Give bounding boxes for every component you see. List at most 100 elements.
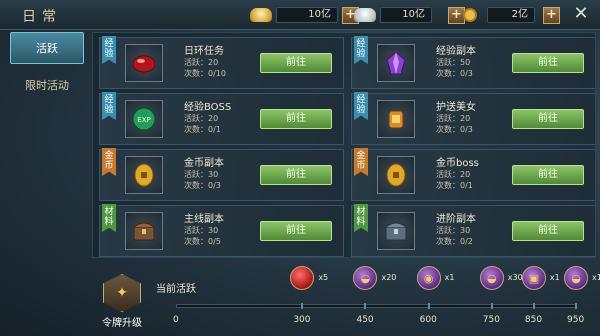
task-count: 次数：0/2 (436, 237, 473, 246)
task-card: 经验 经验副本 活跃：50 次数：0/3 前往 (351, 36, 595, 89)
currency-gold: 10亿 + (250, 5, 359, 25)
task-activity: 活跃：20 (184, 114, 219, 123)
task-activity: 活跃：20 (436, 170, 471, 179)
task-tag: 经验 (102, 92, 116, 120)
task-card: 经验 护送美女 活跃：20 次数：0/3 前往 (351, 92, 595, 145)
task-activity: 活跃：20 (184, 58, 219, 67)
page-title: 日常 (22, 9, 62, 25)
task-activity: 活跃：30 (436, 226, 471, 235)
milestone-reward[interactable]: ◒ x20 (353, 266, 413, 312)
go-button[interactable]: 前往 (260, 221, 332, 241)
task-info: 活跃：30 次数：0/5 (184, 225, 221, 247)
task-name: 经验BOSS (184, 102, 232, 113)
task-card: 材料 主线副本 活跃：30 次数：0/5 前往 (99, 204, 344, 257)
task-info: 活跃：30 次数：0/2 (436, 225, 473, 247)
task-info: 活跃：20 次数：0/10 (184, 57, 226, 79)
milestone-value-label: 850 (524, 315, 543, 325)
task-tag: 经验 (102, 36, 116, 64)
task-info: 活跃：20 次数：0/1 (184, 113, 221, 135)
gold-amount: 10亿 (276, 7, 338, 23)
gold-coin-icon (125, 156, 163, 194)
task-card: 经验 日环任务 活跃：20 次数：0/10 前往 (99, 36, 344, 89)
go-button[interactable]: 前往 (260, 165, 332, 185)
close-button[interactable]: ✕ (572, 5, 590, 23)
copper-coin-icon (463, 8, 477, 22)
sidebar: 活跃 限时活动 (10, 32, 84, 332)
progress-start-label: 0 (173, 315, 179, 325)
milestone-value-label: 750 (482, 315, 500, 325)
gold-ingot-icon (250, 8, 272, 22)
go-button[interactable]: 前往 (512, 53, 584, 73)
task-info: 活跃：20 次数：0/1 (436, 169, 473, 191)
red-orb-icon (290, 266, 315, 290)
top-bar: 日常 10亿 + 10亿 + 2亿 + ✕ (0, 0, 600, 30)
lantern-icon (377, 100, 415, 138)
task-name: 进阶副本 (436, 214, 476, 225)
milestone-value-label: 450 (356, 315, 374, 325)
reward-count: x20 (381, 273, 397, 282)
currency-copper: 2亿 + (463, 5, 560, 25)
task-tag: 金币 (102, 148, 116, 176)
task-tag: 经验 (354, 92, 368, 120)
task-activity: 活跃：50 (436, 58, 471, 67)
task-card: 金币 金币副本 活跃：30 次数：0/3 前往 (99, 148, 344, 201)
task-name: 日环任务 (184, 46, 224, 57)
task-name: 金币boss (436, 158, 479, 169)
tab-limited-events[interactable]: 限时活动 (10, 70, 84, 102)
task-list-panel: 经验 日环任务 活跃：20 次数：0/10 前往 经验 经验副本 活跃：50 次数：0/3 前往经… (92, 32, 596, 258)
go-button[interactable]: 前往 (512, 165, 584, 185)
go-button[interactable]: 前往 (260, 109, 332, 129)
token-upgrade-label: 令牌升级 (102, 318, 142, 329)
reward-count: x5 (318, 273, 329, 282)
milestone-value-label: 950 (567, 315, 585, 325)
gold-ingot-icon: ◒ (479, 266, 504, 290)
wooden-chest-icon (125, 212, 163, 250)
task-count: 次数：0/3 (436, 125, 473, 134)
task-info: 活跃：30 次数：0/3 (184, 169, 221, 191)
task-info: 活跃：50 次数：0/3 (436, 57, 473, 79)
milestone-value-label: 600 (419, 315, 437, 325)
add-copper-button[interactable]: + (543, 6, 560, 24)
tab-activity[interactable]: 活跃 (10, 32, 84, 64)
task-name: 主线副本 (184, 214, 224, 225)
go-button[interactable]: 前往 (260, 53, 332, 73)
task-count: 次数：0/5 (184, 237, 221, 246)
gold-ingot-icon: ◒ (564, 266, 588, 290)
gold-coin-icon (377, 156, 415, 194)
task-info: 活跃：20 次数：0/3 (436, 113, 473, 135)
task-card: 材料 进阶副本 活跃：30 次数：0/2 前往 (351, 204, 595, 257)
task-card: 金币 金币boss 活跃：20 次数：0/1 前往 (351, 148, 595, 201)
task-tag: 金币 (354, 148, 368, 176)
reward-count: x1 (549, 273, 560, 282)
task-tag: 材料 (354, 204, 368, 232)
task-name: 护送美女 (436, 102, 476, 113)
gold-coin-icon: ◉ (416, 266, 441, 290)
task-count: 次数：0/10 (184, 69, 226, 78)
current-activity-label: 当前活跃 (156, 284, 196, 295)
task-name: 金币副本 (184, 158, 224, 169)
svg-text:EXP: EXP (137, 116, 150, 124)
task-count: 次数：0/1 (184, 125, 221, 134)
task-tag: 经验 (354, 36, 368, 64)
iron-chest-icon (377, 212, 415, 250)
milestone-reward[interactable]: x5 (290, 266, 350, 312)
copper-amount: 2亿 (487, 7, 535, 23)
silver-ingot-icon (354, 8, 376, 22)
milestone-value-label: 300 (293, 315, 311, 325)
purple-crystal-icon (377, 44, 415, 82)
gold-ingot-icon: ◒ (353, 266, 378, 290)
reward-count: x100 (592, 273, 600, 282)
task-name: 经验副本 (436, 46, 476, 57)
task-activity: 活跃：30 (184, 226, 219, 235)
reward-count: x1 (444, 273, 455, 282)
milestone-reward[interactable]: ◉ x1 (416, 266, 477, 312)
token-icon: ✦ (103, 274, 141, 312)
go-button[interactable]: 前往 (512, 221, 584, 241)
milestone-reward[interactable]: ◒ x100 (564, 266, 600, 312)
go-button[interactable]: 前往 (512, 109, 584, 129)
red-gem-icon (125, 44, 163, 82)
task-card: 经验 EXP 经验BOSS 活跃：20 次数：0/1 前往 (99, 92, 344, 145)
reward-count: x30 (507, 273, 523, 282)
exp-orb-icon: EXP (125, 100, 163, 138)
token-upgrade-button[interactable]: ✦ 令牌升级 (98, 274, 146, 334)
